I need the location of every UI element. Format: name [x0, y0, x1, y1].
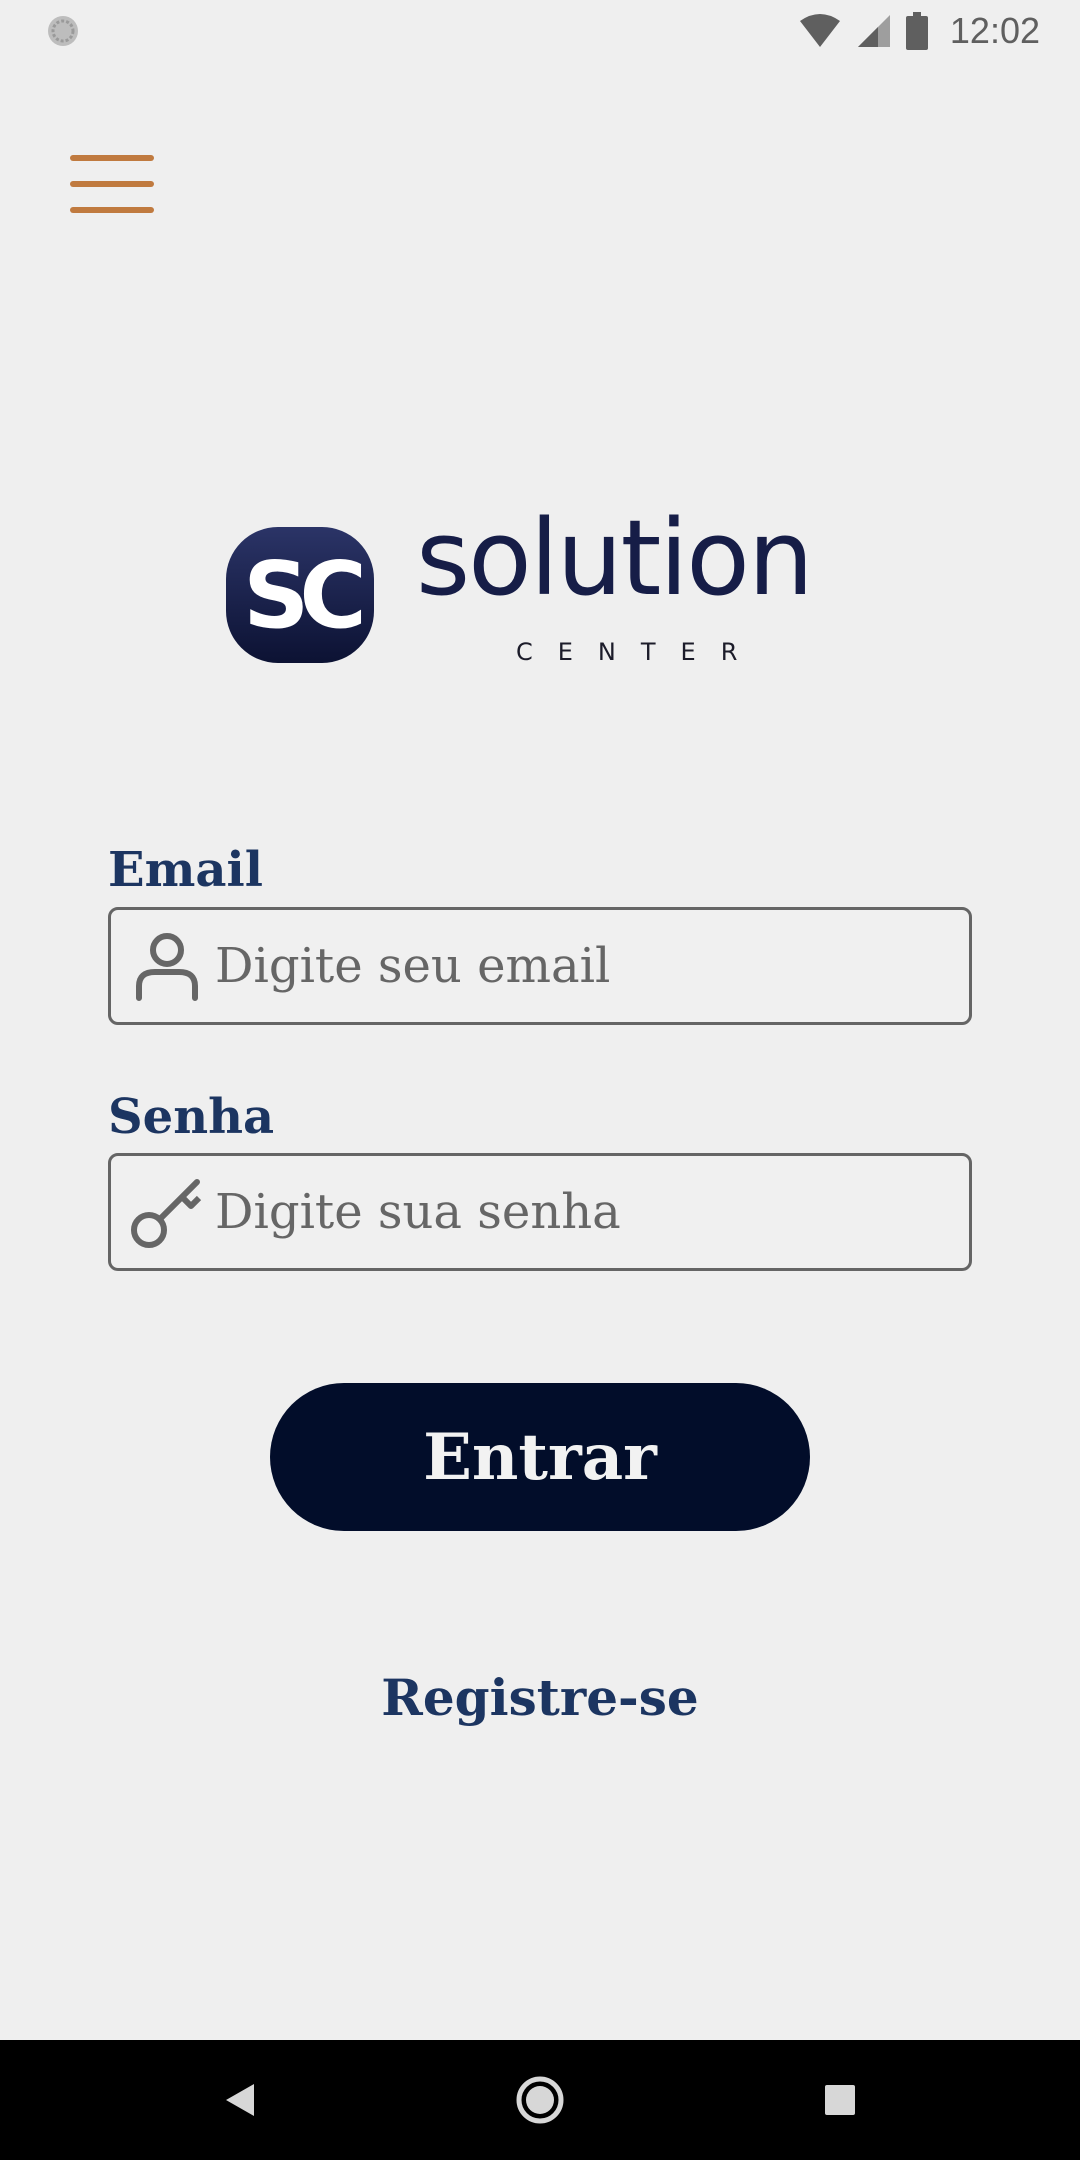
status-time: 12:02	[949, 10, 1040, 51]
email-label: Email	[108, 842, 263, 898]
password-label: Senha	[108, 1089, 275, 1145]
login-button[interactable]: Entrar	[270, 1383, 810, 1531]
signal-icon	[857, 15, 890, 47]
password-input[interactable]	[215, 1156, 969, 1268]
back-icon[interactable]	[210, 2070, 270, 2130]
logo: SC solution CENTER	[226, 506, 866, 670]
menu-line	[70, 155, 154, 161]
navigation-bar	[0, 2040, 1080, 2160]
status-bar: 12:02	[0, 0, 1080, 62]
user-icon	[136, 933, 198, 1001]
wifi-icon	[799, 14, 840, 47]
logo-subtitle: CENTER	[516, 638, 763, 666]
menu-line	[70, 207, 154, 213]
logo-name: solution	[416, 497, 814, 619]
email-field[interactable]	[108, 907, 972, 1025]
logo-mark-text: SC	[243, 542, 361, 649]
menu-line	[70, 181, 154, 187]
recents-icon[interactable]	[810, 2070, 870, 2130]
hamburger-menu-icon[interactable]	[62, 145, 162, 223]
key-icon	[131, 1179, 202, 1248]
email-input[interactable]	[215, 910, 969, 1022]
register-link[interactable]: Registre-se	[0, 1668, 1080, 1727]
status-icons: 12:02	[798, 8, 1040, 54]
logo-mark: SC	[226, 527, 374, 663]
password-field[interactable]	[108, 1153, 972, 1271]
battery-icon	[905, 12, 928, 50]
home-icon[interactable]	[510, 2070, 570, 2130]
notification-icon	[48, 16, 78, 46]
